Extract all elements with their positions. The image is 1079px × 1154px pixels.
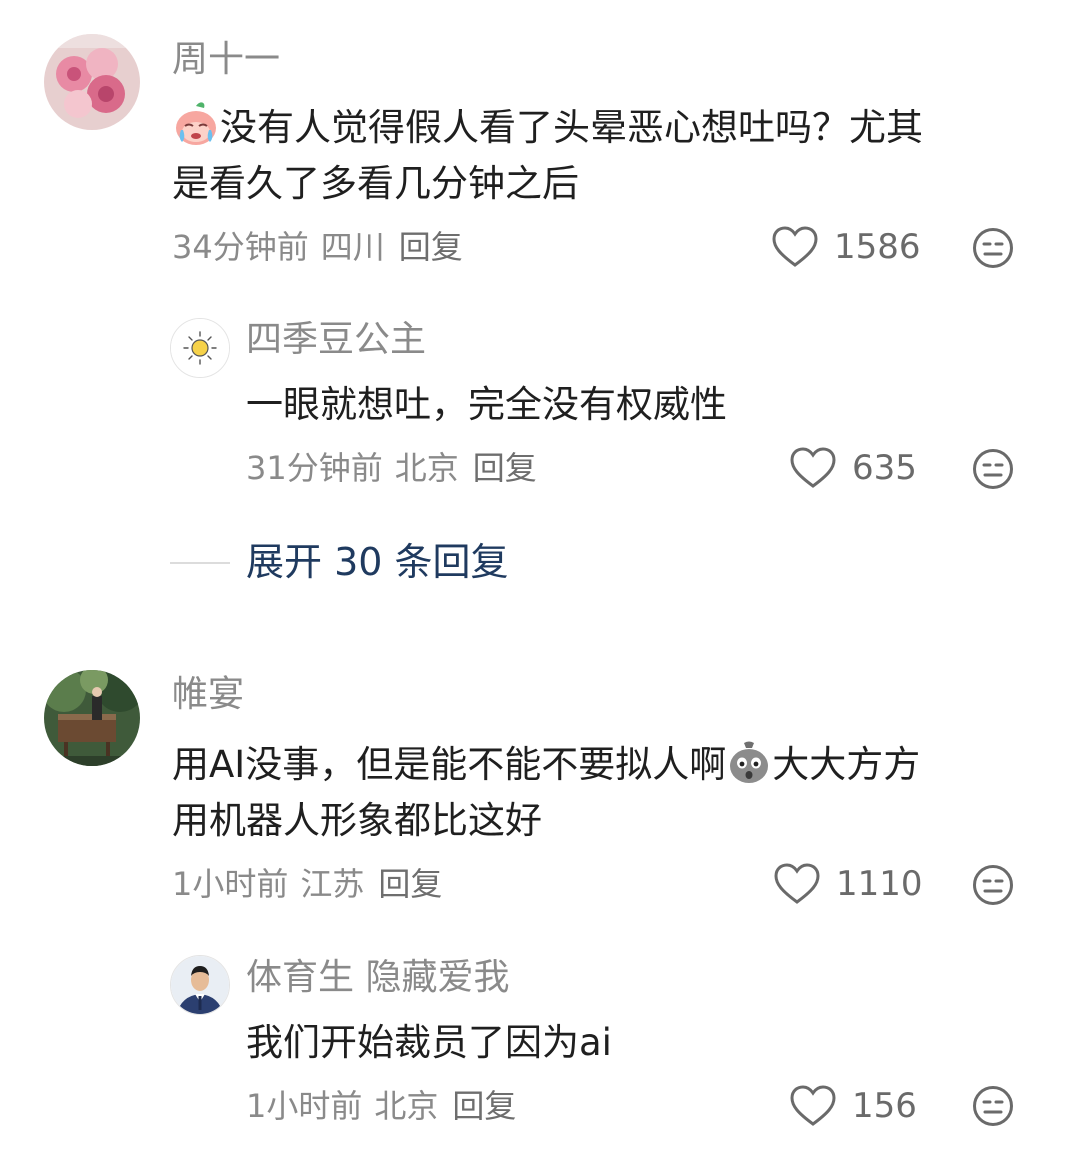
reply-meta: 1小时前 北京 回复: [246, 1090, 516, 1122]
like-button[interactable]: [772, 226, 818, 268]
reply-text: 一眼就想吐，完全没有权威性: [246, 383, 727, 426]
forest-piano-avatar-image: [44, 670, 140, 766]
dislike-button[interactable]: [972, 1085, 1014, 1127]
reply-meta: 31分钟前 北京 回复: [246, 452, 537, 484]
like-count: 635: [852, 448, 917, 488]
reply-username[interactable]: 体育生 隐藏爱我: [246, 960, 509, 996]
man-in-suit-avatar-image: [171, 956, 229, 1014]
comment-meta: 1小时前 江苏 回复: [172, 868, 442, 900]
reply-button[interactable]: 回复: [399, 228, 463, 266]
reply-button[interactable]: 回复: [378, 865, 442, 903]
comment-text-line2: 用机器人形象都比这好: [172, 799, 542, 842]
shocked-sack-emoji-icon: [726, 739, 772, 785]
reply-text: 我们开始裁员了因为ai: [246, 1021, 612, 1064]
comment-text: 没有人觉得假人看了头晕恶心想吐吗？尤其: [172, 100, 923, 156]
pink-roses-avatar-image: [44, 34, 140, 130]
comment-text-line2: 是看久了多看几分钟之后: [172, 162, 579, 205]
comment-meta: 34分钟前 四川 回复: [172, 231, 463, 263]
sun-sketch-avatar-image: [171, 319, 229, 377]
dislike-button[interactable]: [972, 864, 1014, 906]
heart-icon: [772, 226, 818, 267]
like-button[interactable]: [790, 1085, 836, 1127]
dislike-button[interactable]: [972, 227, 1014, 269]
like-button[interactable]: [774, 863, 820, 905]
comment-text-part2: 大大方方: [772, 743, 921, 786]
reply-avatar[interactable]: [170, 318, 230, 378]
heart-icon: [790, 447, 836, 488]
reply-time: 1小时前: [246, 1087, 363, 1125]
reply-username[interactable]: 四季豆公主: [246, 322, 426, 358]
comment-username[interactable]: 帷宴: [172, 677, 244, 713]
comment-text-line1: 没有人觉得假人看了头晕恶心想吐吗？尤其: [220, 106, 923, 149]
comment-location: 四川: [320, 228, 385, 266]
reply-time: 31分钟前: [246, 449, 383, 487]
meh-face-icon: [973, 449, 1013, 489]
meh-face-icon: [973, 228, 1013, 268]
comment-text-part1: 用AI没事，但是能不能不要拟人啊: [172, 743, 727, 786]
comment-time: 1小时前: [172, 865, 289, 903]
avatar[interactable]: [44, 34, 140, 130]
reply-button[interactable]: 回复: [452, 1087, 516, 1125]
meh-face-icon: [973, 1086, 1013, 1126]
like-count: 156: [852, 1086, 917, 1126]
comment-location: 江苏: [300, 865, 365, 903]
expand-divider: [170, 562, 230, 564]
comment-time: 34分钟前: [172, 228, 309, 266]
like-count: 1586: [834, 227, 921, 267]
reply-location: 北京: [394, 449, 459, 487]
comment-text: 用AI没事，但是能不能不要拟人啊 大大方方: [172, 737, 920, 793]
dislike-button[interactable]: [972, 448, 1014, 490]
like-count: 1110: [836, 864, 923, 904]
heart-icon: [774, 863, 820, 904]
avatar[interactable]: [44, 670, 140, 766]
like-button[interactable]: [790, 447, 836, 489]
expand-replies-button[interactable]: 展开 30 条回复: [246, 543, 509, 581]
comment-username[interactable]: 周十一: [172, 42, 280, 78]
reply-location: 北京: [374, 1087, 439, 1125]
meh-face-icon: [973, 865, 1013, 905]
reply-avatar[interactable]: [170, 955, 230, 1015]
heart-icon: [790, 1085, 836, 1126]
crying-peach-emoji-icon: [172, 100, 220, 148]
reply-button[interactable]: 回复: [473, 449, 537, 487]
